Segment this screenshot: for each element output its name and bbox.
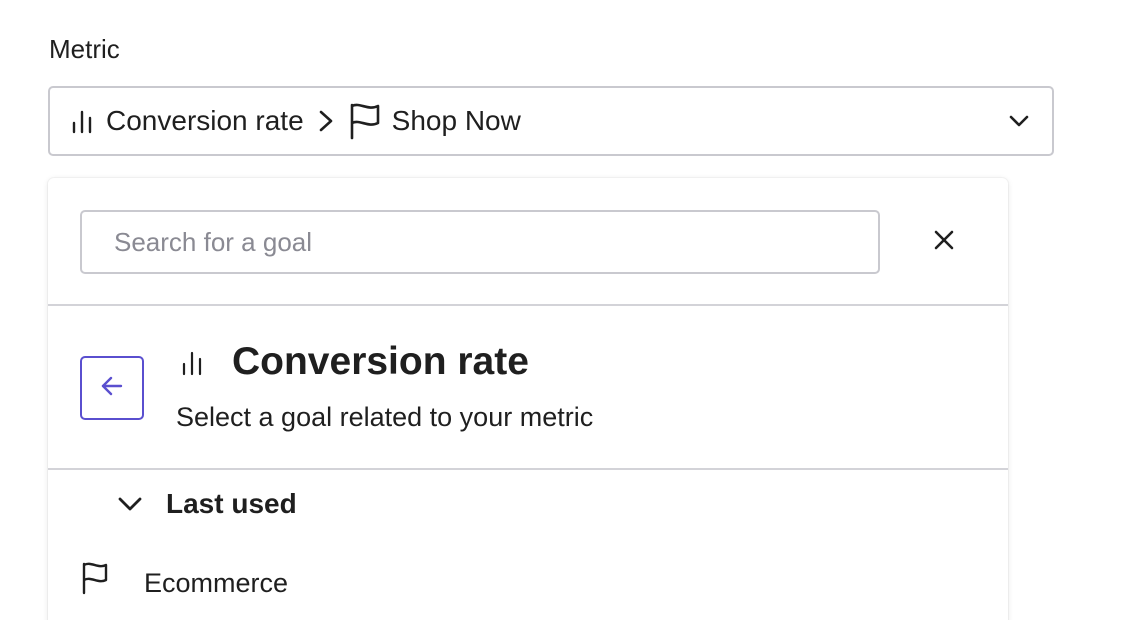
goal-item-ecommerce[interactable]: Ecommerce: [80, 558, 980, 608]
metric-subtitle: Select a goal related to your metric: [176, 402, 594, 432]
selected-metric-label: Conversion rate: [106, 105, 304, 136]
flag-icon: [80, 561, 110, 595]
selected-goal-label: Shop Now: [391, 105, 521, 136]
metric-picker: Metric Conversion rate Shop Now Search f…: [0, 0, 1128, 620]
goal-item-label: Ecommerce: [144, 567, 289, 598]
goal-dropdown-panel: Conversion rate Select a goal related to…: [48, 178, 1008, 620]
close-icon: [932, 228, 956, 257]
arrow-left-icon: [98, 372, 126, 405]
close-button[interactable]: [928, 226, 960, 258]
metric-title: Conversion rate: [232, 340, 529, 383]
metric-field-label: Metric: [49, 34, 120, 64]
selected-metric-header: Conversion rate Select a goal related to…: [48, 306, 1008, 470]
bar-chart-icon: [70, 108, 96, 134]
group-label: Last used: [166, 488, 297, 519]
bar-chart-icon: [180, 350, 204, 381]
goal-search-input[interactable]: [80, 210, 880, 274]
chevron-right-icon: [316, 108, 336, 134]
search-row: [48, 178, 1008, 306]
chevron-down-icon: [116, 495, 144, 513]
metric-select[interactable]: Conversion rate Shop Now: [48, 86, 1054, 156]
flag-icon: [348, 102, 382, 140]
back-button[interactable]: [80, 356, 144, 420]
group-header-last-used[interactable]: Last used: [116, 488, 297, 520]
chevron-down-icon[interactable]: [1008, 114, 1030, 128]
